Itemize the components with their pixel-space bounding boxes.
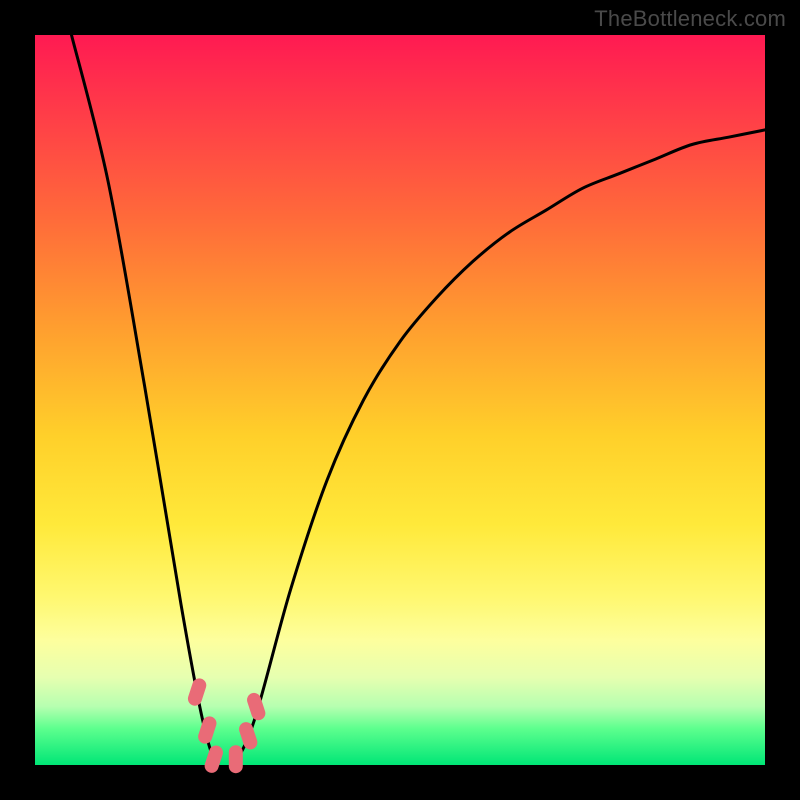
curve-marker [186, 677, 208, 708]
plot-area [35, 35, 765, 765]
watermark-text: TheBottleneck.com [594, 6, 786, 32]
curve-marker [196, 715, 218, 746]
curve-marker [237, 720, 259, 751]
curve-marker [245, 691, 267, 722]
bottleneck-curve-path [72, 35, 766, 770]
curve-marker [229, 745, 243, 773]
chart-frame: TheBottleneck.com [0, 0, 800, 800]
bottleneck-curve-svg [35, 35, 765, 765]
curve-markers-group [186, 677, 267, 775]
